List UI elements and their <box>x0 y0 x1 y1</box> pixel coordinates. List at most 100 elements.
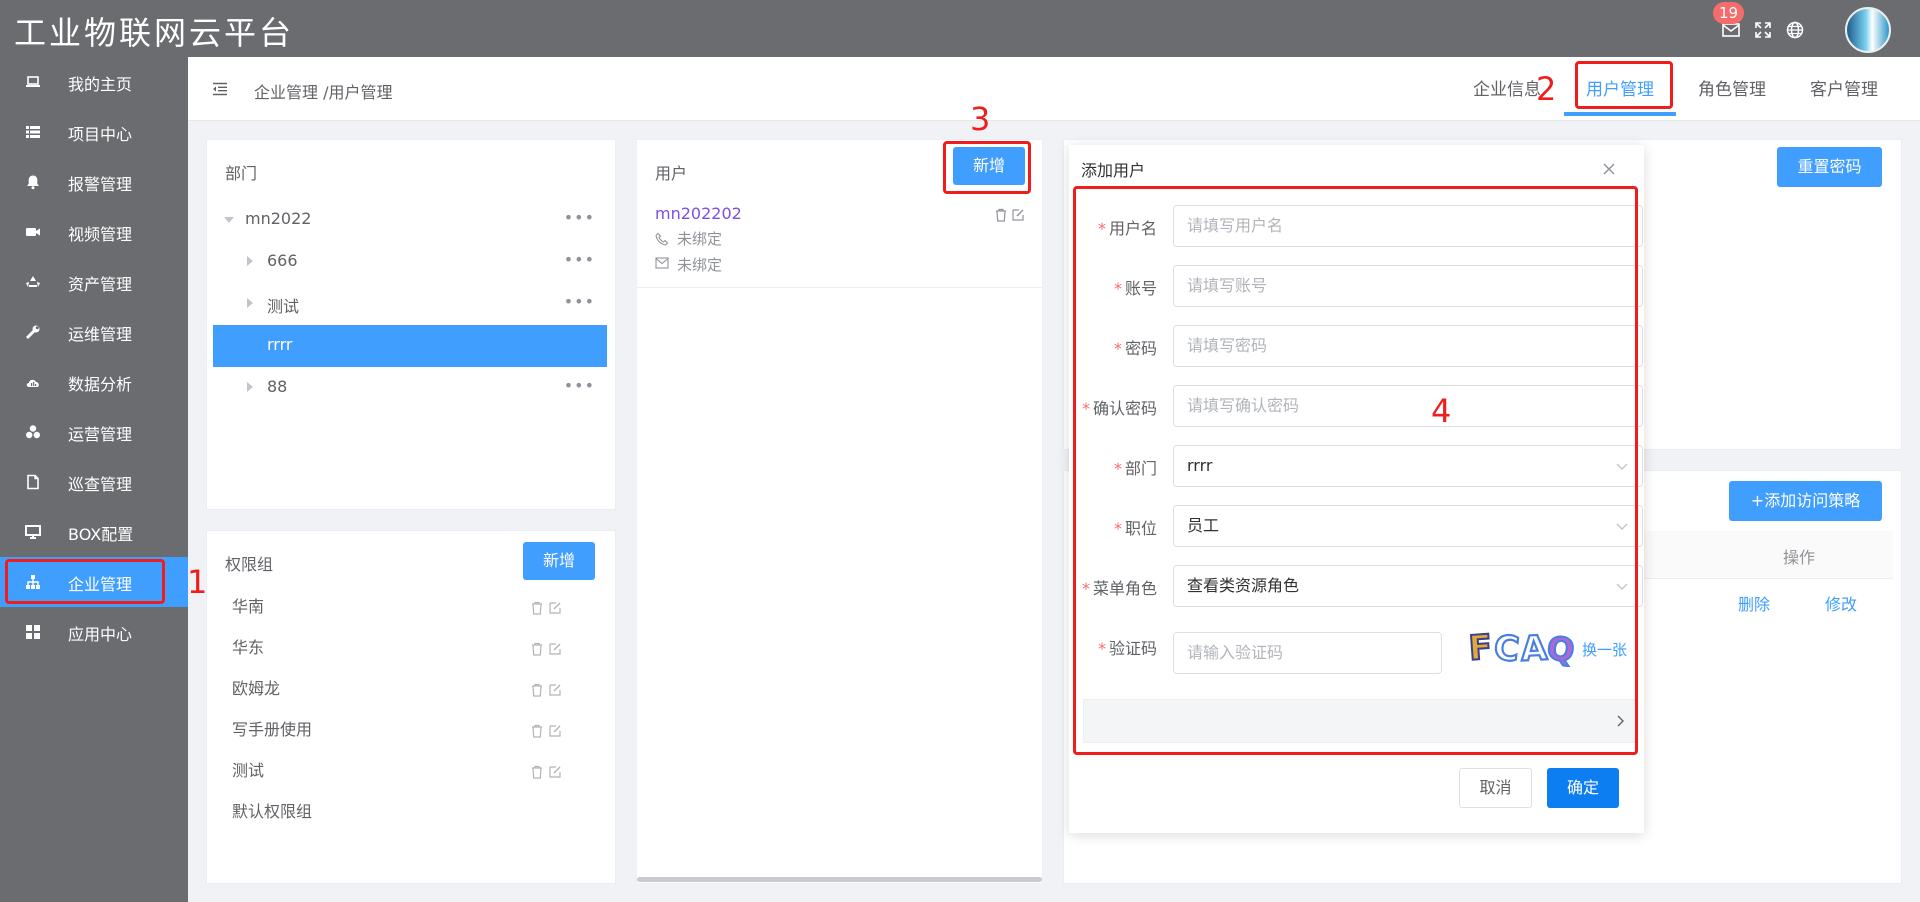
tree-node-label: mn2022 <box>245 209 312 228</box>
confirm-button[interactable]: 确定 <box>1547 768 1619 808</box>
tree-node-test[interactable]: 测试 ••• <box>213 283 607 325</box>
edit-icon[interactable] <box>548 765 562 779</box>
caret-right-icon[interactable] <box>247 298 253 308</box>
trash-icon[interactable] <box>530 765 544 779</box>
sidebar-item-operations[interactable]: 运营管理 <box>0 407 188 457</box>
close-icon[interactable] <box>1601 161 1617 177</box>
tab-role-management[interactable]: 角色管理 <box>1698 75 1766 100</box>
more-icon[interactable]: ••• <box>564 250 595 269</box>
permission-group-label: 华东 <box>232 638 265 657</box>
sidebar-item-projects[interactable]: 项目中心 <box>0 107 188 157</box>
notification-badge: 19 <box>1713 2 1745 24</box>
delete-policy-link[interactable]: 删除 <box>1738 591 1770 615</box>
edit-icon[interactable] <box>548 642 562 656</box>
video-icon <box>26 228 40 236</box>
caret-right-icon[interactable] <box>247 382 253 392</box>
row-actions <box>530 600 566 619</box>
recycle-icon <box>26 276 40 287</box>
permission-group-title: 权限组 <box>225 555 274 574</box>
caret-right-icon[interactable] <box>247 256 253 266</box>
tab-enterprise-info[interactable]: 企业信息 <box>1473 75 1541 100</box>
fullscreen-icon[interactable] <box>1753 20 1773 40</box>
tree-node-rrrr[interactable]: rrrr <box>213 325 607 367</box>
sidebar-item-maintenance[interactable]: 运维管理 <box>0 307 188 357</box>
sidebar-item-alarms[interactable]: 报警管理 <box>0 157 188 207</box>
tab-customer-management[interactable]: 客户管理 <box>1810 75 1878 100</box>
column-header-action: 操作 <box>1783 548 1816 567</box>
tree-node-mn2022[interactable]: mn2022 ••• <box>213 199 607 241</box>
user-avatar[interactable] <box>1845 7 1891 53</box>
edit-policy-link[interactable]: 修改 <box>1825 591 1857 615</box>
trash-icon[interactable] <box>530 642 544 656</box>
annotation-number-1: 1 <box>187 563 208 601</box>
more-icon[interactable]: ••• <box>564 376 595 395</box>
sidebar-item-label: 应用中心 <box>68 625 133 644</box>
trash-icon[interactable] <box>530 724 544 738</box>
menu-fold-icon[interactable] <box>212 82 228 96</box>
sidebar-item-label: 数据分析 <box>68 375 133 394</box>
horizontal-scrollbar[interactable] <box>637 877 1042 882</box>
more-icon[interactable]: ••• <box>564 208 595 227</box>
user-name-link[interactable]: mn202202 <box>655 204 742 223</box>
edit-icon[interactable] <box>1011 208 1025 222</box>
mail-icon <box>655 257 669 269</box>
sidebar-item-label: 视频管理 <box>68 225 133 244</box>
permission-group-label: 华南 <box>232 597 265 616</box>
cloud-chart-icon <box>26 379 39 387</box>
sidebar-item-inspection[interactable]: 巡查管理 <box>0 457 188 507</box>
user-phone-status: 未绑定 <box>677 230 723 248</box>
edit-icon[interactable] <box>548 601 562 615</box>
sidebar-item-label: 运维管理 <box>68 325 133 344</box>
language-icon[interactable] <box>1785 20 1805 40</box>
user-list-panel: 用户 新增 mn202202 未绑定 未绑定 <box>636 139 1043 884</box>
annotation-number-3: 3 <box>970 100 991 138</box>
sidebar-item-box-config[interactable]: BOX配置 <box>0 507 188 557</box>
add-access-policy-button[interactable]: +添加访问策略 <box>1729 481 1882 521</box>
cancel-button[interactable]: 取消 <box>1459 768 1532 808</box>
tree-node-label: rrrr <box>267 335 293 354</box>
dialog-title: 添加用户 <box>1081 161 1146 180</box>
annotation-box-1 <box>5 559 165 604</box>
row-actions <box>530 723 566 742</box>
annotation-number-2: 2 <box>1536 70 1557 108</box>
sidebar-item-label: 资产管理 <box>68 275 133 294</box>
annotation-box-2 <box>1575 61 1673 109</box>
grid-icon <box>26 625 40 639</box>
trash-icon[interactable] <box>530 601 544 615</box>
sidebar-item-label: 报警管理 <box>68 175 133 194</box>
bell-icon <box>27 175 39 190</box>
tree-node-88[interactable]: 88 ••• <box>213 367 607 409</box>
reset-password-button[interactable]: 重置密码 <box>1777 147 1882 187</box>
permission-group-row[interactable]: 默认权限组 <box>232 798 592 839</box>
sidebar-item-label: BOX配置 <box>68 525 134 544</box>
row-actions <box>530 764 566 783</box>
caret-down-icon[interactable] <box>224 217 234 223</box>
sidebar-item-video[interactable]: 视频管理 <box>0 207 188 257</box>
more-icon[interactable]: ••• <box>564 292 595 311</box>
permission-group-label: 欧姆龙 <box>232 679 281 698</box>
laptop-icon <box>26 76 40 87</box>
edit-icon[interactable] <box>548 683 562 697</box>
tree-node-666[interactable]: 666 ••• <box>213 241 607 283</box>
trash-icon[interactable] <box>530 683 544 697</box>
app-title: 工业物联网云平台 <box>14 14 295 52</box>
annotation-box-4 <box>1073 186 1638 755</box>
sidebar-item-analytics[interactable]: 数据分析 <box>0 357 188 407</box>
user-email-status: 未绑定 <box>677 256 723 274</box>
monitor-icon <box>25 525 41 539</box>
wrench-icon <box>25 325 40 340</box>
breadcrumb: 企业管理 /用户管理 <box>254 83 393 102</box>
edit-icon[interactable] <box>548 724 562 738</box>
sidebar-item-label: 我的主页 <box>68 75 133 94</box>
sidebar-item-home[interactable]: 我的主页 <box>0 57 188 107</box>
permission-group-label: 测试 <box>232 761 265 780</box>
list-icon <box>26 126 40 138</box>
user-panel-title: 用户 <box>655 164 688 183</box>
sidebar-item-assets[interactable]: 资产管理 <box>0 257 188 307</box>
trash-icon[interactable] <box>994 208 1008 222</box>
sidebar-item-apps[interactable]: 应用中心 <box>0 607 188 657</box>
user-card[interactable]: mn202202 未绑定 未绑定 <box>637 194 1042 288</box>
annotation-box-3 <box>943 141 1031 194</box>
row-actions <box>530 641 566 660</box>
add-permission-group-button[interactable]: 新增 <box>523 542 595 580</box>
